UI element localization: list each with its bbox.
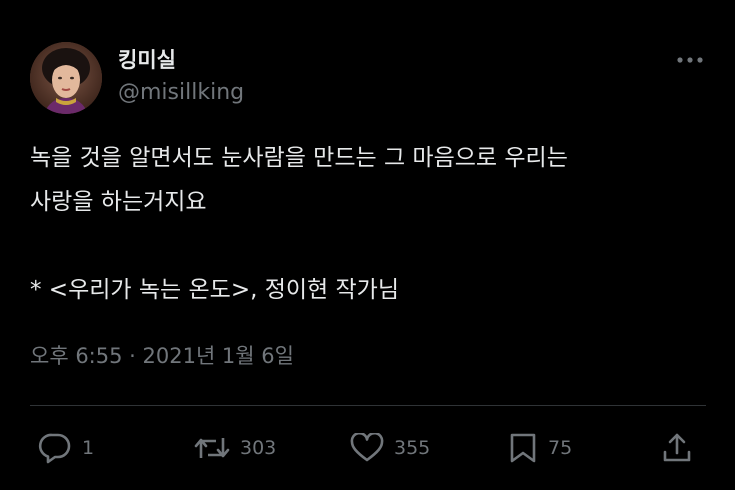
reply-count: 1 (82, 437, 95, 459)
divider (30, 405, 706, 406)
retweet-icon (194, 433, 230, 463)
share-icon (661, 432, 693, 464)
more-options-button[interactable] (673, 48, 707, 72)
reply-icon (38, 432, 72, 464)
avatar-image (30, 42, 102, 114)
like-button[interactable]: 355 (350, 430, 430, 466)
retweet-button[interactable]: 303 (194, 430, 276, 466)
bookmark-icon (508, 432, 538, 464)
avatar[interactable] (30, 42, 102, 114)
retweet-count: 303 (240, 437, 277, 459)
heart-icon (350, 433, 384, 463)
tweet-text: 녹을 것을 알면서도 눈사람을 만드는 그 마음으로 우리는 사랑을 하는거지요… (30, 145, 568, 303)
tweet-timestamp[interactable]: 오후 6:55 · 2021년 1월 6일 (30, 340, 294, 370)
more-icon (677, 57, 703, 63)
display-name[interactable]: 킹미실 (118, 44, 176, 74)
reply-button[interactable]: 1 (38, 430, 94, 466)
user-handle[interactable]: @misillking (118, 80, 244, 105)
bookmark-button[interactable]: 75 (508, 430, 572, 466)
like-count: 355 (394, 437, 431, 459)
tweet-card: 킹미실 @misillking 녹을 것을 알면서도 눈사람을 만드는 그 마음… (0, 0, 735, 490)
bookmark-count: 75 (548, 437, 573, 459)
share-button[interactable] (661, 430, 693, 466)
